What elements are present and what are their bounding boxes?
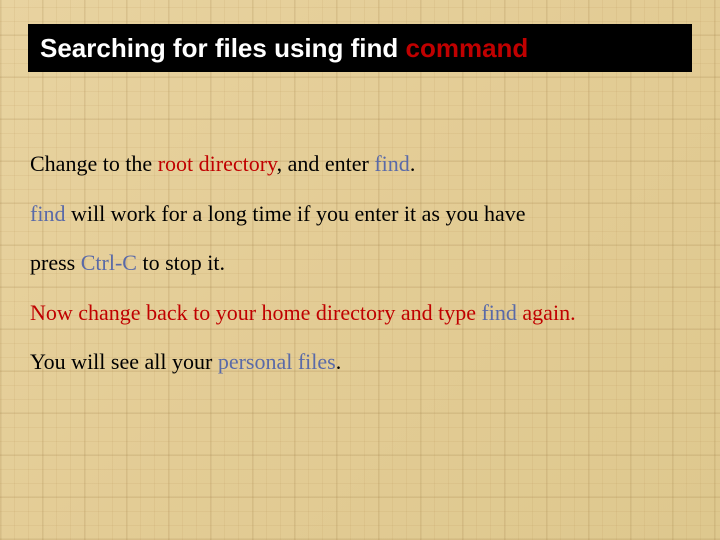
title-find: find <box>351 33 406 63</box>
root-directory-text: root directory <box>158 151 277 176</box>
text: , and enter <box>277 151 375 176</box>
text: again. <box>517 300 576 325</box>
para-2: find will work for a long time if you en… <box>30 200 690 228</box>
text: to stop it. <box>137 250 225 275</box>
text: . <box>410 151 416 176</box>
text: will work for a long time if you enter i… <box>65 201 525 226</box>
find-cmd: find <box>481 300 516 325</box>
text: Now change back to your home directory a… <box>30 300 481 325</box>
title-command: command <box>406 33 529 63</box>
personal-files-text: personal files <box>218 349 336 374</box>
text: press <box>30 250 81 275</box>
page-title: Searching for files using find command <box>40 33 528 64</box>
para-5: You will see all your personal files. <box>30 348 690 376</box>
text: . <box>336 349 342 374</box>
text: You will see all your <box>30 349 218 374</box>
find-cmd: find <box>30 201 65 226</box>
ctrl-c-key: Ctrl-C <box>81 250 137 275</box>
slide-content: Change to the root directory, and enter … <box>30 150 690 398</box>
para-1: Change to the root directory, and enter … <box>30 150 690 178</box>
find-cmd: find <box>374 151 409 176</box>
text: Change to the <box>30 151 158 176</box>
title-bar: Searching for files using find command <box>28 24 692 72</box>
para-3: press Ctrl-C to stop it. <box>30 249 690 277</box>
title-pre: Searching for files using <box>40 33 351 63</box>
para-4: Now change back to your home directory a… <box>30 299 690 327</box>
